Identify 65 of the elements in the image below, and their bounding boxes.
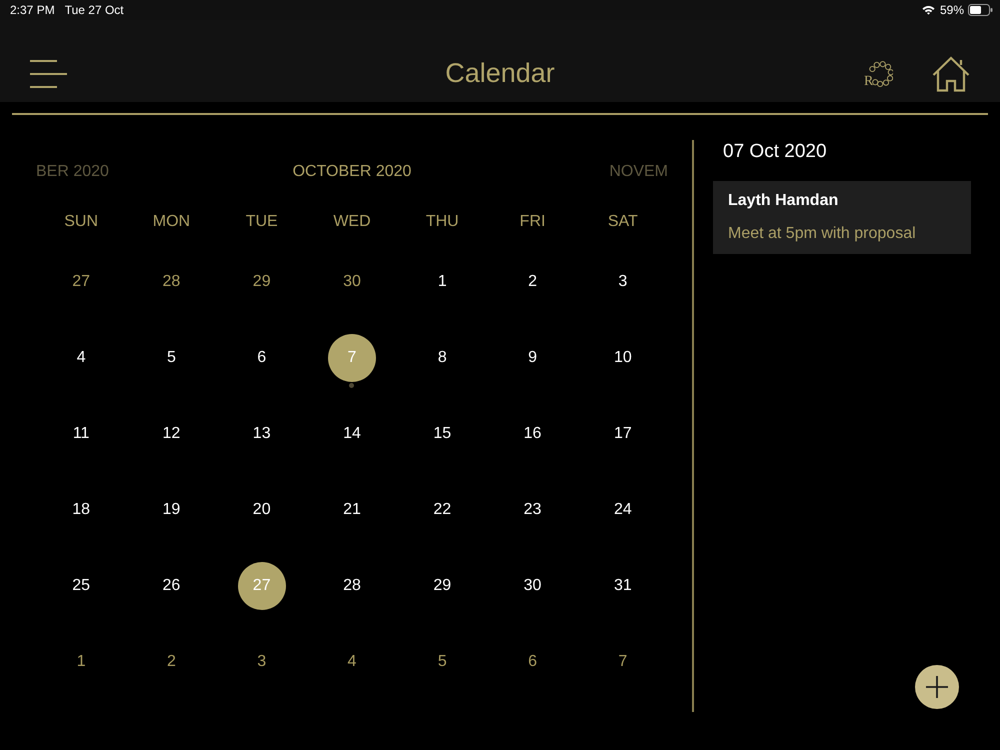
calendar-day[interactable]: 28 (340, 575, 364, 597)
calendar-day[interactable]: 28 (160, 271, 184, 293)
calendar-day[interactable]: 24 (610, 499, 635, 521)
wifi-icon (922, 5, 935, 15)
calendar-day[interactable]: 20 (250, 499, 274, 521)
calendar-day[interactable]: 10 (610, 347, 635, 369)
calendar-day[interactable]: 1 (74, 651, 89, 673)
calendar-day[interactable]: 16 (520, 423, 544, 445)
calendar-day[interactable]: 13 (250, 423, 274, 445)
calendar-day[interactable]: 30 (520, 575, 544, 597)
status-time: 2:37 PM (10, 3, 55, 17)
plus-icon (926, 676, 948, 698)
agenda-date: 07 Oct 2020 (722, 141, 828, 163)
menu-icon (30, 60, 67, 88)
calendar-day[interactable]: 7 (615, 651, 630, 673)
weekday-label: MON (152, 212, 190, 232)
calendar-day[interactable]: 12 (160, 423, 184, 445)
calendar-day[interactable]: 26 (160, 575, 184, 597)
calendar-day[interactable]: 6 (254, 347, 270, 369)
calendar-day[interactable]: 17 (610, 423, 635, 445)
screen-title: Calendar (445, 57, 555, 90)
weekday-label: FRI (520, 212, 546, 232)
calendar-day[interactable]: 3 (254, 651, 270, 673)
calendar-day[interactable]: 1 (434, 271, 450, 293)
calendar-day[interactable]: 29 (430, 575, 454, 597)
month-label[interactable]: OCTOBER 2020 (292, 162, 412, 182)
event-note: Meet at 5pm with proposal (728, 224, 917, 244)
calendar-day[interactable]: 25 (69, 575, 94, 597)
status-date: Tue 27 Oct (64, 3, 124, 17)
weekday-label: TUE (246, 212, 278, 232)
calendar-day[interactable]: 6 (525, 651, 540, 673)
calendar-day[interactable]: 21 (340, 499, 364, 521)
calendar-day[interactable]: 15 (430, 423, 454, 445)
calendar-day[interactable]: 30 (340, 271, 364, 293)
calendar-day[interactable]: 4 (74, 347, 89, 369)
home-button[interactable] (932, 56, 970, 92)
calendar-day[interactable]: 3 (615, 271, 630, 293)
calendar-day[interactable]: 9 (525, 347, 540, 369)
calendar-day[interactable]: 4 (344, 651, 360, 673)
calendar-day[interactable]: 8 (434, 347, 450, 369)
calendar-day[interactable]: 31 (610, 575, 635, 597)
event-card[interactable]: Layth Hamdan Meet at 5pm with proposal (713, 181, 971, 254)
calendar-day[interactable]: 29 (250, 271, 274, 293)
calendar-day[interactable]: 14 (340, 423, 364, 445)
weekday-label: WED (333, 212, 371, 232)
battery-icon (968, 4, 993, 16)
weekday-label: SAT (608, 212, 638, 232)
weekday-label: SUN (64, 212, 98, 232)
home-icon (932, 56, 970, 92)
add-button[interactable] (915, 665, 959, 709)
calendar-day[interactable]: 2 (525, 271, 540, 293)
logo: R (863, 60, 893, 88)
calendar-day[interactable]: 22 (430, 499, 454, 521)
calendar-day[interactable]: 18 (69, 499, 94, 521)
battery-percent: 59% (940, 3, 964, 17)
menu-button[interactable] (30, 60, 67, 88)
calendar-day[interactable]: 2 (164, 651, 179, 673)
weekday-label: THU (426, 212, 459, 232)
event-title: Layth Hamdan (728, 191, 840, 211)
calendar-day[interactable]: 27 (69, 271, 94, 293)
calendar-day[interactable]: 5 (434, 651, 450, 673)
calendar-day[interactable]: 5 (164, 347, 179, 369)
calendar-day[interactable]: 19 (160, 499, 184, 521)
calendar-day[interactable]: 23 (520, 499, 544, 521)
calendar-day[interactable]: 11 (70, 423, 92, 445)
